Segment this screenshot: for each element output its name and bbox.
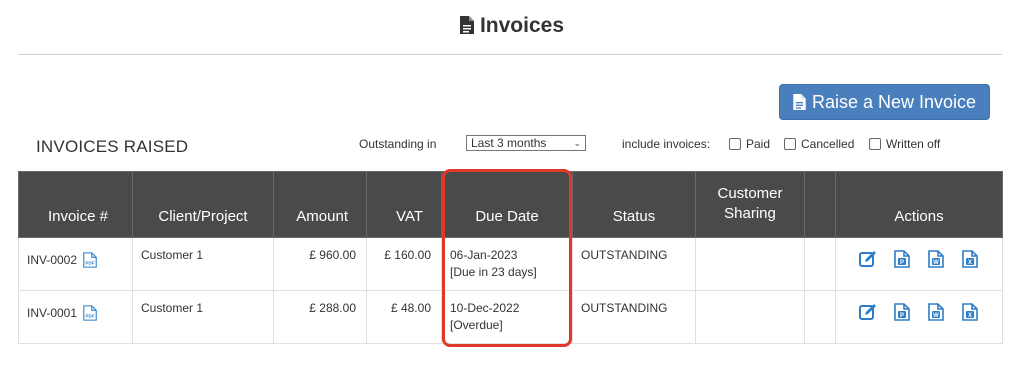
action-icon-letter: P (900, 260, 904, 266)
pdf-file-icon[interactable]: PDF (82, 305, 98, 321)
cell-vat: £ 48.00 (366, 290, 442, 344)
due-note: [Due in 23 days] (450, 265, 537, 279)
x-doc-icon[interactable]: X (961, 250, 979, 268)
column-header-amount[interactable]: Amount (273, 171, 367, 238)
pdf-badge-text: PDF (86, 313, 95, 318)
cell-status: OUTSTANDING (572, 290, 696, 344)
pdf-file-icon[interactable]: PDF (82, 252, 98, 268)
action-icon-letter: W (933, 313, 939, 319)
pdf-badge-text: PDF (86, 260, 95, 265)
page-title-text: Invoices (479, 14, 565, 37)
cell-customer-sharing (695, 290, 805, 344)
cancelled-label: Cancelled (801, 137, 855, 151)
checkbox-box[interactable] (729, 138, 741, 150)
document-icon (793, 94, 806, 110)
table-row: INV-0001 PDF Customer 1 £ 288.00 £ 48.00 10-D… (18, 290, 1003, 344)
invoice-number[interactable]: INV-0001 (27, 306, 77, 320)
action-icon-letter: X (968, 313, 972, 319)
due-date: 10-Dec-2022 (450, 301, 520, 315)
p-doc-icon[interactable]: P (893, 250, 911, 268)
cell-status: OUTSTANDING (572, 237, 696, 291)
cell-due-date: 06-Jan-2023 [Due in 23 days] (441, 237, 573, 291)
action-icon-letter: X (968, 260, 972, 266)
table-header-row: Invoice # Client/Project Amount VAT Due … (18, 171, 1003, 238)
checkbox-box[interactable] (784, 138, 796, 150)
written-off-checkbox[interactable]: Written off (869, 137, 940, 151)
invoice-number[interactable]: INV-0002 (27, 253, 77, 267)
period-select[interactable]: Last 3 months ⌄ (466, 135, 586, 151)
action-icon-letter: P (900, 313, 904, 319)
cell-blank (804, 237, 836, 291)
period-select-value: Last 3 months (471, 136, 547, 150)
raise-button-label: Raise a New Invoice (811, 91, 977, 112)
action-icon-letter: W (933, 260, 939, 266)
invoices-table: Invoice # Client/Project Amount VAT Due … (18, 171, 1003, 344)
column-header-status[interactable]: Status (572, 171, 696, 238)
column-header-client[interactable]: Client/Project (132, 171, 274, 238)
edit-icon[interactable] (859, 303, 877, 321)
cell-vat: £ 160.00 (366, 237, 442, 291)
document-icon (459, 16, 474, 34)
page-title: Invoices (0, 14, 1024, 38)
raise-new-invoice-button[interactable]: Raise a New Invoice (779, 84, 990, 120)
divider (18, 54, 1002, 55)
x-doc-icon[interactable]: X (961, 303, 979, 321)
cell-customer-sharing (695, 237, 805, 291)
cell-actions: PWX (835, 237, 1003, 291)
column-header-due-date[interactable]: Due Date (441, 171, 573, 238)
cancelled-checkbox[interactable]: Cancelled (784, 137, 854, 151)
column-header-actions: Actions (835, 171, 1003, 238)
cell-invoice: INV-0002 PDF (18, 237, 133, 291)
written-off-label: Written off (886, 137, 941, 151)
p-doc-icon[interactable]: P (893, 303, 911, 321)
cell-blank (804, 290, 836, 344)
cell-due-date: 10-Dec-2022 [Overdue] (441, 290, 573, 344)
include-label: include invoices: (622, 137, 711, 151)
paid-label: Paid (746, 137, 771, 151)
column-header-vat[interactable]: VAT (366, 171, 442, 238)
due-note: [Overdue] (450, 318, 503, 332)
cell-amount: £ 960.00 (273, 237, 367, 291)
column-header-invoice[interactable]: Invoice # (18, 171, 133, 238)
cell-amount: £ 288.00 (273, 290, 367, 344)
checkbox-box[interactable] (869, 138, 881, 150)
cell-client: Customer 1 (132, 290, 274, 344)
outstanding-label: Outstanding in (359, 137, 437, 151)
column-header-blank (804, 171, 836, 238)
cell-client: Customer 1 (132, 237, 274, 291)
filter-row: Outstanding in Last 3 months ⌄ include i… (0, 135, 1024, 155)
chevron-down-icon: ⌄ (573, 138, 581, 148)
edit-icon[interactable] (859, 250, 877, 268)
due-date: 06-Jan-2023 (450, 248, 518, 262)
cell-invoice: INV-0001 PDF (18, 290, 133, 344)
w-doc-icon[interactable]: W (927, 303, 945, 321)
paid-checkbox[interactable]: Paid (729, 137, 770, 151)
table-row: INV-0002 PDF Customer 1 £ 960.00 £ 160.00 06-… (18, 237, 1003, 291)
column-header-customer-sharing[interactable]: Customer Sharing (695, 171, 805, 238)
cell-actions: PWX (835, 290, 1003, 344)
w-doc-icon[interactable]: W (927, 250, 945, 268)
